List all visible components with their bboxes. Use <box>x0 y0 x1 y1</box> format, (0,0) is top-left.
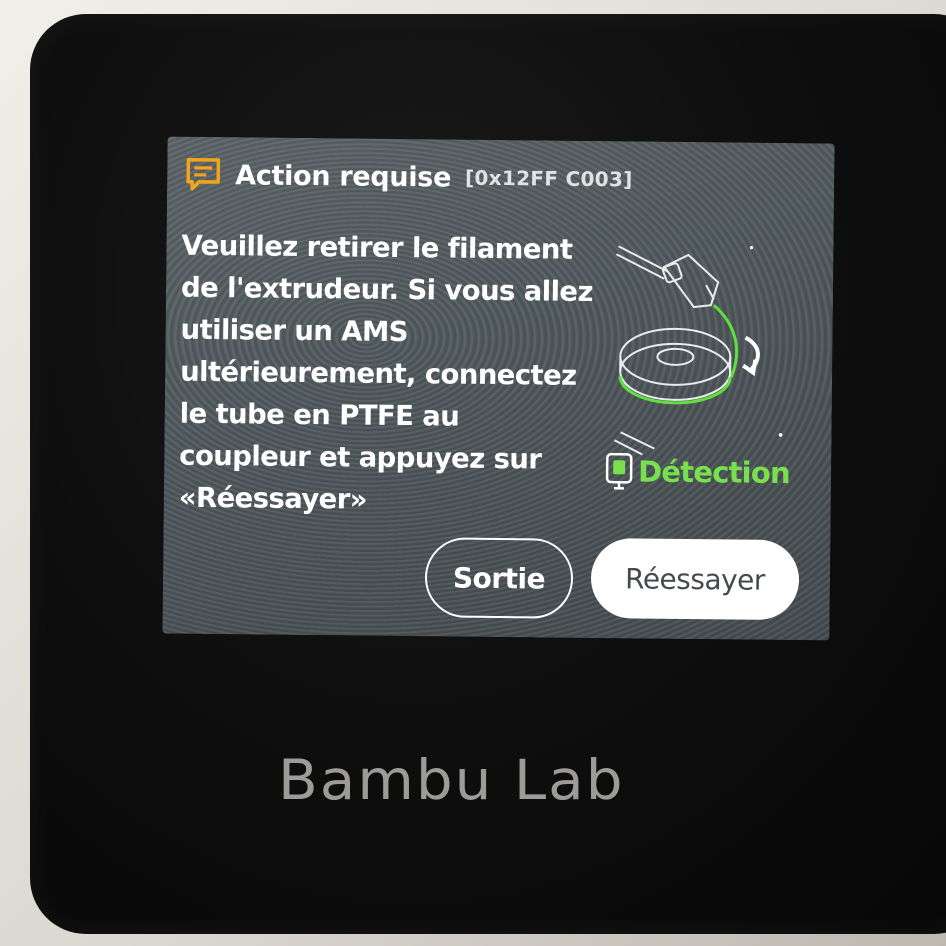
exit-button[interactable]: Sortie <box>424 537 574 619</box>
retry-button[interactable]: Réessayer <box>590 537 800 621</box>
brand-logo: Bambu Lab <box>278 747 625 813</box>
detection-status: Détection <box>604 451 790 493</box>
message-alert-icon <box>186 157 221 191</box>
touchscreen: Action requise [0x12FF C003] Veuillez re… <box>162 136 835 641</box>
dialog-header: Action requise [0x12FF C003] <box>183 155 633 200</box>
filament-sensor-icon <box>605 452 633 490</box>
dialog-title: Action requise <box>235 159 452 193</box>
dialog-message: Veuillez retirer le filament de l'extrud… <box>178 229 594 516</box>
error-code: [0x12FF C003] <box>464 165 633 192</box>
detection-label: Détection <box>637 454 790 491</box>
